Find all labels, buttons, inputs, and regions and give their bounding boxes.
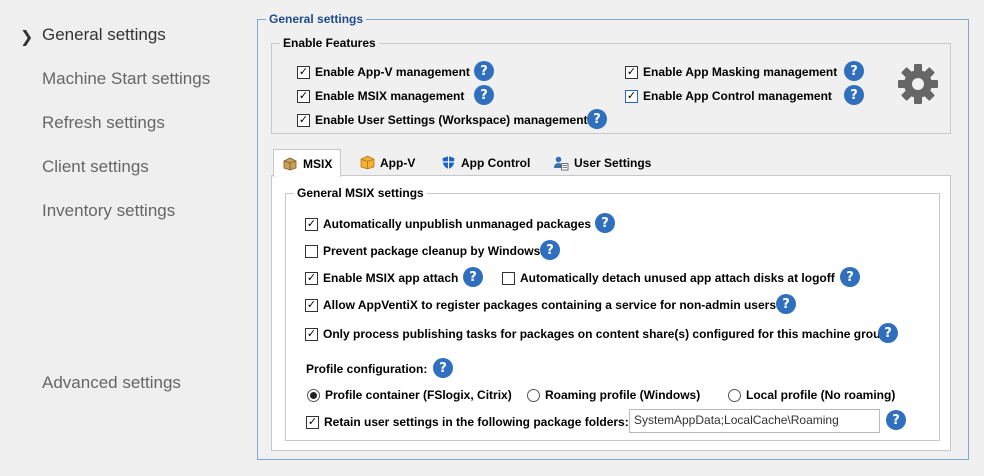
- radio-button[interactable]: [728, 388, 741, 402]
- checkbox-box[interactable]: ✓: [306, 415, 319, 429]
- roaming-profile-radio[interactable]: Roaming profile (Windows): [527, 388, 700, 402]
- checkbox-box[interactable]: ✓: [625, 89, 638, 103]
- prevent-cleanup-checkbox[interactable]: Prevent package cleanup by Windows: [305, 244, 540, 258]
- radio-button[interactable]: [307, 388, 320, 402]
- sidebar-item-machine-start-settings[interactable]: Machine Start settings: [42, 69, 210, 89]
- tab-app-control[interactable]: App Control: [432, 149, 538, 176]
- checkbox-box[interactable]: ✓: [297, 113, 310, 127]
- help-icon[interactable]: ?: [433, 358, 453, 378]
- help-icon[interactable]: ?: [595, 213, 615, 233]
- user-settings-icon: [553, 155, 569, 171]
- checkbox-box[interactable]: ✓: [305, 217, 318, 231]
- sidebar-item-client-settings[interactable]: Client settings: [42, 157, 149, 177]
- checkbox-box[interactable]: [502, 271, 515, 285]
- help-icon[interactable]: ?: [776, 294, 796, 314]
- local-profile-radio[interactable]: Local profile (No roaming): [728, 388, 895, 402]
- help-icon[interactable]: ?: [474, 61, 494, 81]
- only-process-content-share-checkbox[interactable]: ✓ Only process publishing tasks for pack…: [305, 327, 888, 341]
- checkbox-box[interactable]: [305, 244, 318, 258]
- enable-app-attach-checkbox[interactable]: ✓ Enable MSIX app attach: [305, 271, 458, 285]
- enable-msix-checkbox[interactable]: ✓ Enable MSIX management: [297, 89, 464, 103]
- radio-button[interactable]: [527, 388, 540, 402]
- enable-features-title: Enable Features: [280, 36, 379, 50]
- help-icon[interactable]: ?: [474, 85, 494, 105]
- checkbox-box[interactable]: ✓: [625, 65, 638, 79]
- shield-icon: [440, 155, 456, 171]
- profile-configuration-label: Profile configuration:: [306, 362, 428, 376]
- sidebar: ❯ General settings Machine Start setting…: [0, 0, 240, 476]
- help-icon[interactable]: ?: [878, 323, 898, 343]
- checkbox-box[interactable]: ✓: [297, 89, 310, 103]
- package-folders-input[interactable]: SystemAppData;LocalCache\Roaming: [629, 409, 880, 433]
- checkbox-box[interactable]: ✓: [305, 271, 318, 285]
- retain-user-settings-checkbox[interactable]: ✓ Retain user settings in the following …: [306, 415, 629, 429]
- gear-icon: [898, 64, 938, 104]
- checkbox-box[interactable]: ✓: [305, 298, 318, 312]
- enable-appv-checkbox[interactable]: ✓ Enable App-V management: [297, 65, 470, 79]
- enable-app-control-checkbox[interactable]: ✓ Enable App Control management: [625, 89, 832, 103]
- sidebar-item-refresh-settings[interactable]: Refresh settings: [42, 113, 165, 133]
- tab-user-settings[interactable]: User Settings: [545, 149, 659, 176]
- box-icon: [359, 155, 375, 171]
- help-icon[interactable]: ?: [844, 61, 864, 81]
- allow-service-registration-checkbox[interactable]: ✓ Allow AppVentiX to register packages c…: [305, 298, 776, 312]
- profile-container-radio[interactable]: Profile container (FSlogix, Citrix): [307, 388, 512, 402]
- general-msix-settings-title: General MSIX settings: [294, 186, 427, 200]
- enable-app-masking-checkbox[interactable]: ✓ Enable App Masking management: [625, 65, 837, 79]
- help-icon[interactable]: ?: [540, 240, 560, 260]
- sidebar-item-advanced-settings[interactable]: Advanced settings: [42, 373, 181, 393]
- chevron-right-icon: ❯: [20, 29, 34, 46]
- help-icon[interactable]: ?: [840, 267, 860, 287]
- checkbox-box[interactable]: ✓: [297, 65, 310, 79]
- help-icon[interactable]: ?: [886, 410, 906, 430]
- tab-appv[interactable]: App-V: [351, 149, 423, 176]
- main-panel: General settings Enable Features ✓ Enabl…: [240, 0, 984, 476]
- general-settings-title: General settings: [266, 12, 367, 26]
- package-icon: [282, 156, 298, 172]
- sidebar-item-general-settings[interactable]: General settings: [42, 25, 166, 45]
- tab-msix[interactable]: MSIX: [273, 149, 342, 177]
- help-icon[interactable]: ?: [587, 109, 607, 129]
- sidebar-item-inventory-settings[interactable]: Inventory settings: [42, 201, 175, 221]
- enable-user-settings-checkbox[interactable]: ✓ Enable User Settings (Workspace) manag…: [297, 113, 588, 127]
- auto-unpublish-checkbox[interactable]: ✓ Automatically unpublish unmanaged pack…: [305, 217, 591, 231]
- auto-detach-checkbox[interactable]: Automatically detach unused app attach d…: [502, 271, 835, 285]
- help-icon[interactable]: ?: [463, 267, 483, 287]
- help-icon[interactable]: ?: [844, 85, 864, 105]
- checkbox-box[interactable]: ✓: [305, 327, 318, 341]
